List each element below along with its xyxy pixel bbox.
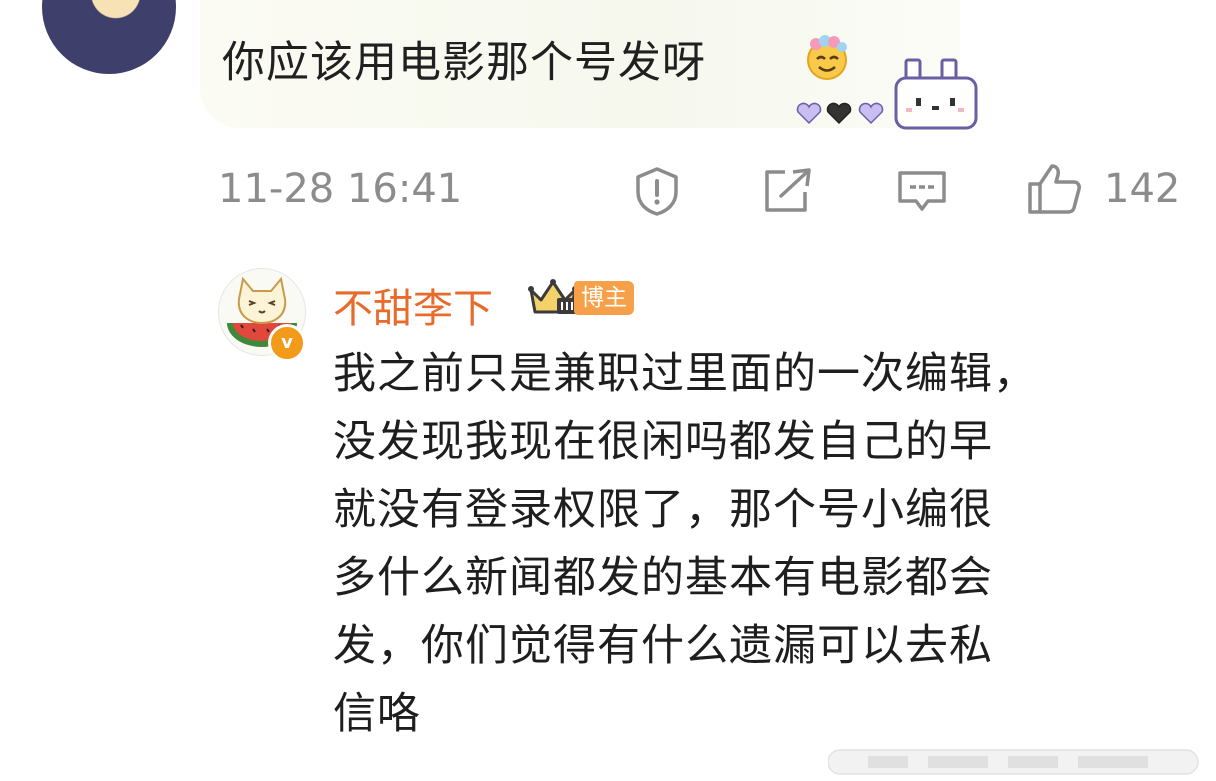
comment-icon[interactable] bbox=[896, 169, 948, 215]
comment-text: 你应该用电影那个号发呀 bbox=[222, 38, 706, 88]
reply-line: 没发现我现在很闲吗都发自己的早 bbox=[333, 417, 993, 467]
reply-text: 我之前只是兼职过里面的一次编辑， 没发现我现在很闲吗都发自己的早 就没有登录权限… bbox=[333, 340, 1153, 748]
repost-icon[interactable] bbox=[763, 168, 813, 214]
reply-line: 多什么新闻都发的基本有电影都会 bbox=[333, 553, 993, 603]
reply-line: 就没有登录权限了，那个号小编很 bbox=[333, 485, 993, 535]
report-icon[interactable] bbox=[632, 166, 682, 216]
reply-line: 我之前只是兼职过里面的一次编辑， bbox=[333, 349, 1037, 399]
verified-badge: v bbox=[268, 324, 306, 362]
blogger-badge: 博主 bbox=[574, 281, 634, 315]
like-count: 142 bbox=[1104, 166, 1181, 212]
like-icon[interactable] bbox=[1026, 162, 1082, 216]
watermark-icon bbox=[828, 749, 1199, 775]
reply-line: 发，你们觉得有什么遗漏可以去私 bbox=[333, 621, 993, 671]
replier-username[interactable]: 不甜李下 bbox=[333, 276, 493, 334]
comment-timestamp: 11-28 16:41 bbox=[218, 166, 463, 212]
reply-line: 信咯 bbox=[333, 689, 421, 739]
hearts-sticker-icon bbox=[796, 102, 884, 125]
bunny-sticker-icon bbox=[894, 58, 978, 130]
crown-icon bbox=[528, 279, 578, 314]
commenter-avatar[interactable] bbox=[42, 0, 176, 74]
smile-emoji-icon bbox=[807, 35, 847, 80]
